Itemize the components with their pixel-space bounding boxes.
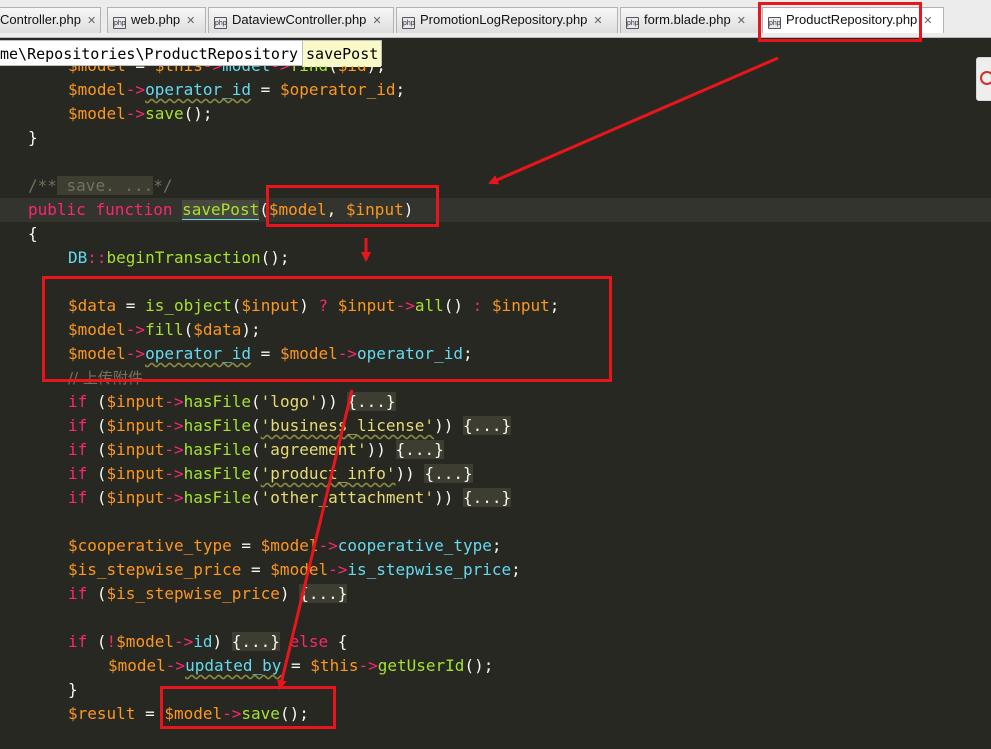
code-line: $model = $this->model->find($id); (68, 66, 386, 78)
folded-block[interactable]: {...} (347, 392, 396, 411)
code-line: if ($input->hasFile('other_attachment'))… (68, 488, 512, 507)
tab-label: DataviewController.php (232, 12, 367, 27)
annotation-box-active-tab (758, 2, 922, 42)
method-name-highlight: savePost (182, 200, 260, 220)
close-icon[interactable]: ✕ (87, 9, 96, 33)
code-line: if ($input->hasFile('agreement')) {...} (68, 440, 444, 459)
code-line: } (68, 680, 78, 699)
code-line: $cooperative_type = $model->cooperative_… (68, 536, 502, 555)
tab-label: PromotionLogRepository.php (420, 12, 588, 27)
tab-promotion-log-repository[interactable]: php PromotionLogRepository.php ✕ (396, 7, 618, 33)
php-file-icon: php (113, 17, 126, 29)
annotation-box-method-params (266, 185, 439, 227)
code-editor[interactable]: $model = $this->model->find($id); $model… (0, 66, 991, 749)
php-file-icon: php (626, 17, 639, 29)
folded-block[interactable]: {...} (424, 464, 473, 483)
folded-block[interactable]: {...} (462, 416, 512, 435)
folded-block[interactable]: {...} (395, 440, 444, 459)
code-line: if ($input->hasFile('business_license'))… (68, 416, 512, 435)
close-icon[interactable]: ✕ (372, 9, 381, 33)
code-line: $model->updated_by = $this->getUserId(); (108, 656, 494, 675)
code-line: if ($input->hasFile('product_info')) {..… (68, 464, 473, 483)
code-line: $model->save(); (68, 104, 213, 123)
breadcrumb: me\Repositories\ProductRepository savePos… (0, 40, 383, 67)
code-line: } (28, 128, 38, 147)
tab-controller[interactable]: Controller.php ✕ (0, 7, 101, 33)
close-icon[interactable]: ✕ (923, 9, 932, 33)
code-line: if ($input->hasFile('logo')) {...} (68, 392, 396, 411)
code-line: { (28, 224, 38, 243)
tab-form-blade[interactable]: php form.blade.php ✕ (620, 7, 760, 33)
folded-block[interactable]: {...} (231, 632, 280, 651)
breadcrumb-class-path[interactable]: me\Repositories\ProductRepository (0, 41, 302, 67)
tab-web[interactable]: php web.php ✕ (107, 7, 206, 33)
code-line: /** save. ...*/ (28, 176, 173, 195)
code-line: $model->operator_id = $operator_id; (68, 80, 406, 99)
code-line: if (!$model->id) {...} else { (68, 632, 348, 651)
folded-doc-comment[interactable]: save. ... (56, 176, 154, 195)
code-line: $is_stepwise_price = $model->is_stepwise… (68, 560, 521, 579)
close-icon[interactable]: ✕ (593, 9, 602, 33)
folded-block[interactable]: {...} (462, 488, 512, 507)
php-file-icon: php (402, 17, 415, 29)
annotation-box-save-call (160, 686, 336, 729)
tab-label: Controller.php (0, 12, 81, 27)
folded-block[interactable]: {...} (299, 584, 348, 603)
close-icon[interactable]: ✕ (737, 9, 746, 33)
tab-label: web.php (131, 12, 181, 27)
code-line: if ($is_stepwise_price) {...} (68, 584, 348, 603)
tab-dataview-controller[interactable]: php DataviewController.php ✕ (208, 7, 394, 33)
code-line: DB::beginTransaction(); (68, 248, 290, 267)
breadcrumb-method[interactable]: savePost (302, 41, 382, 67)
tab-label: form.blade.php (644, 12, 731, 27)
php-file-icon: php (214, 17, 227, 29)
annotation-box-fill-data (42, 276, 612, 382)
close-icon[interactable]: ✕ (186, 9, 195, 33)
